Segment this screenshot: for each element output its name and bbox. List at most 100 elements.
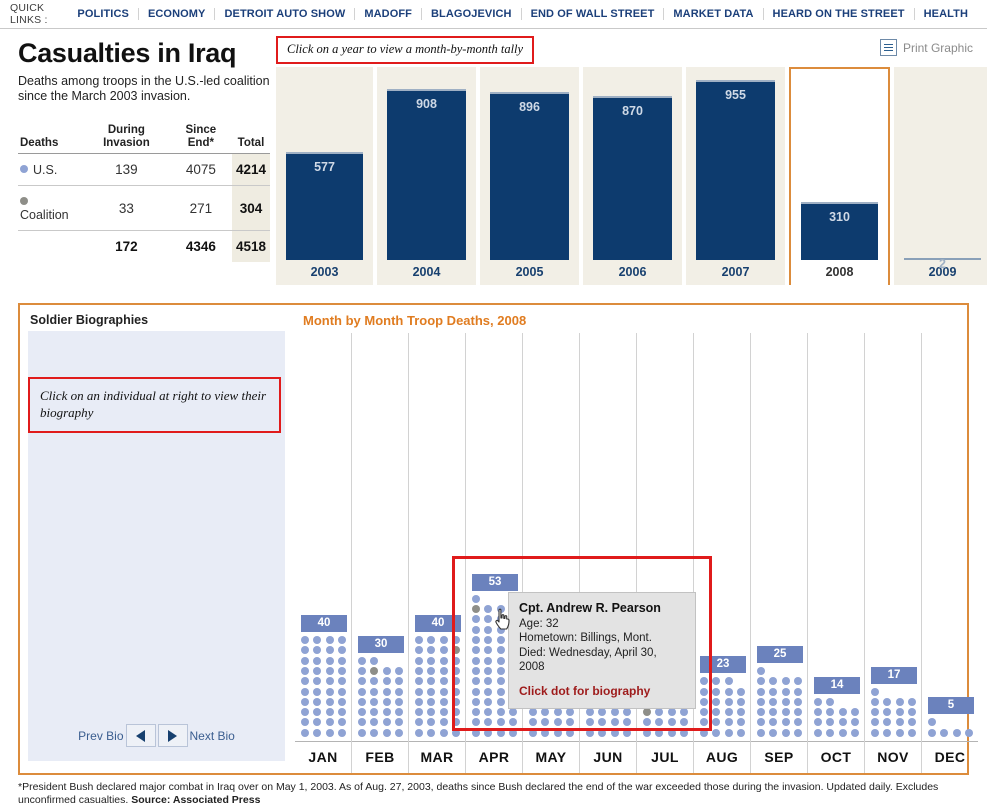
month-column-feb[interactable]: 30 FEB bbox=[352, 333, 409, 773]
death-dot-us[interactable] bbox=[712, 697, 721, 706]
year-column-2007[interactable]: 955 2007 bbox=[686, 67, 785, 285]
year-column-2005[interactable]: 896 2005 bbox=[480, 67, 579, 285]
death-dot-us[interactable] bbox=[484, 656, 493, 665]
death-dot-us[interactable] bbox=[586, 708, 594, 717]
death-dot-us[interactable] bbox=[964, 728, 973, 737]
month-column-nov[interactable]: 17 NOV bbox=[865, 333, 922, 773]
death-dot-us[interactable] bbox=[508, 708, 517, 717]
death-dot-us[interactable] bbox=[301, 677, 309, 686]
death-dot-us[interactable] bbox=[382, 728, 391, 737]
death-dot-us[interactable] bbox=[643, 728, 651, 737]
death-dot-us[interactable] bbox=[598, 718, 607, 727]
death-dot-us[interactable] bbox=[757, 677, 765, 686]
death-dot-us[interactable] bbox=[439, 687, 448, 696]
death-dot-us[interactable] bbox=[907, 718, 916, 727]
death-dot-us[interactable] bbox=[472, 677, 480, 686]
death-dot-us[interactable] bbox=[451, 728, 460, 737]
year-bar-2003[interactable]: 577 bbox=[285, 152, 364, 260]
death-dot-us[interactable] bbox=[757, 666, 765, 675]
death-dot-us[interactable] bbox=[427, 666, 436, 675]
death-dot-us[interactable] bbox=[313, 656, 322, 665]
death-dot-us[interactable] bbox=[358, 656, 366, 665]
death-dot-us[interactable] bbox=[313, 728, 322, 737]
death-dot-us[interactable] bbox=[700, 677, 708, 686]
death-dot-coalition[interactable] bbox=[472, 605, 480, 614]
death-dot-us[interactable] bbox=[415, 636, 423, 645]
death-dot-us[interactable] bbox=[826, 697, 835, 706]
death-dot-us[interactable] bbox=[358, 677, 366, 686]
death-dot-us[interactable] bbox=[826, 728, 835, 737]
death-dot-us[interactable] bbox=[883, 708, 892, 717]
death-dot-us[interactable] bbox=[472, 636, 480, 645]
death-dot-us[interactable] bbox=[382, 708, 391, 717]
death-dot-us[interactable] bbox=[793, 728, 802, 737]
death-dot-us[interactable] bbox=[472, 625, 480, 634]
death-dot-us[interactable] bbox=[484, 636, 493, 645]
death-dot-us[interactable] bbox=[907, 708, 916, 717]
death-dot-us[interactable] bbox=[301, 708, 309, 717]
death-dot-us[interactable] bbox=[769, 718, 778, 727]
death-dot-us[interactable] bbox=[325, 656, 334, 665]
death-dot-us[interactable] bbox=[451, 656, 460, 665]
year-bar-2008[interactable]: 310 bbox=[800, 202, 879, 260]
death-dot-us[interactable] bbox=[736, 728, 745, 737]
death-dot-us[interactable] bbox=[370, 708, 379, 717]
death-dot-us[interactable] bbox=[484, 687, 493, 696]
death-dot-us[interactable] bbox=[427, 687, 436, 696]
death-dot-us[interactable] bbox=[700, 687, 708, 696]
death-dot-us[interactable] bbox=[370, 656, 379, 665]
year-bar-2004[interactable]: 908 bbox=[386, 89, 467, 260]
death-dot-us[interactable] bbox=[439, 677, 448, 686]
death-dot-us[interactable] bbox=[427, 646, 436, 655]
death-dot-us[interactable] bbox=[325, 708, 334, 717]
death-dot-us[interactable] bbox=[838, 708, 847, 717]
death-dot-us[interactable] bbox=[301, 666, 309, 675]
death-dot-us[interactable] bbox=[529, 728, 537, 737]
death-dot-us[interactable] bbox=[370, 728, 379, 737]
death-dot-us[interactable] bbox=[757, 728, 765, 737]
quicklink-blagojevich[interactable]: BLAGOJEVICH bbox=[422, 8, 522, 20]
death-dot-us[interactable] bbox=[883, 697, 892, 706]
death-dot-us[interactable] bbox=[883, 718, 892, 727]
death-dot-us[interactable] bbox=[781, 697, 790, 706]
death-dot-us[interactable] bbox=[736, 697, 745, 706]
death-dot-us[interactable] bbox=[895, 697, 904, 706]
death-dot-us[interactable] bbox=[622, 728, 631, 737]
year-column-2009[interactable]: 2 2009 bbox=[894, 67, 987, 285]
death-dot-us[interactable] bbox=[427, 708, 436, 717]
death-dot-us[interactable] bbox=[415, 646, 423, 655]
death-dot-us[interactable] bbox=[586, 728, 594, 737]
death-dot-us[interactable] bbox=[439, 646, 448, 655]
death-dot-us[interactable] bbox=[793, 708, 802, 717]
month-column-aug[interactable]: 23 AUG bbox=[694, 333, 751, 773]
month-column-jan[interactable]: 40 JAN bbox=[295, 333, 352, 773]
death-dot-us[interactable] bbox=[484, 708, 493, 717]
death-dot-us[interactable] bbox=[484, 677, 493, 686]
death-dot-us[interactable] bbox=[427, 677, 436, 686]
death-dot-us[interactable] bbox=[301, 646, 309, 655]
death-dot-us[interactable] bbox=[415, 697, 423, 706]
death-dot-us[interactable] bbox=[427, 728, 436, 737]
death-dot-us[interactable] bbox=[781, 677, 790, 686]
death-dot-us[interactable] bbox=[472, 728, 480, 737]
death-dot-us[interactable] bbox=[439, 697, 448, 706]
death-dot-us[interactable] bbox=[871, 697, 879, 706]
death-dot-us[interactable] bbox=[814, 708, 822, 717]
death-dot-us[interactable] bbox=[451, 677, 460, 686]
month-column-oct[interactable]: 14 OCT bbox=[808, 333, 865, 773]
death-dot-coalition[interactable] bbox=[370, 666, 379, 675]
death-dot-us[interactable] bbox=[394, 718, 403, 727]
death-dot-us[interactable] bbox=[793, 718, 802, 727]
death-dot-us[interactable] bbox=[415, 728, 423, 737]
death-dot-us[interactable] bbox=[358, 687, 366, 696]
death-dot-us[interactable] bbox=[325, 646, 334, 655]
death-dot-us[interactable] bbox=[325, 677, 334, 686]
death-dot-us[interactable] bbox=[655, 718, 664, 727]
death-dot-us[interactable] bbox=[496, 605, 505, 614]
death-dot-us[interactable] bbox=[313, 718, 322, 727]
death-dot-us[interactable] bbox=[301, 718, 309, 727]
death-dot-us[interactable] bbox=[358, 666, 366, 675]
death-dot-us[interactable] bbox=[427, 656, 436, 665]
death-dot-us[interactable] bbox=[415, 708, 423, 717]
death-dot-us[interactable] bbox=[496, 718, 505, 727]
